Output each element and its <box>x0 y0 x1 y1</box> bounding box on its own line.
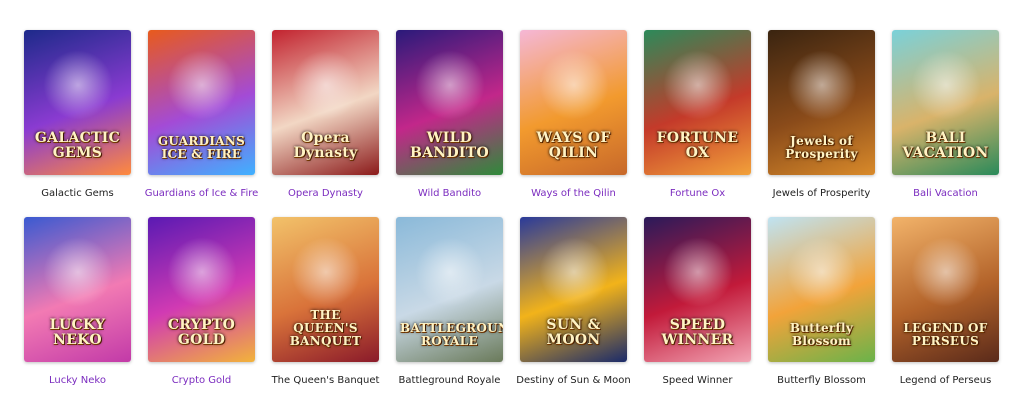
game-logo: FORTUNE OX <box>656 130 739 161</box>
game-title[interactable]: The Queen's Banquet <box>272 374 380 387</box>
game-thumbnail[interactable]: SUN & MOON <box>520 217 627 362</box>
game-title[interactable]: Fortune Ox <box>670 187 725 200</box>
game-logo: THE QUEEN'S BANQUET <box>289 308 362 348</box>
game-thumbnail[interactable]: Opera Dynasty <box>272 30 379 175</box>
artwork-highlight <box>662 50 733 121</box>
game-thumbnail[interactable]: CRYPTO GOLD <box>148 217 255 362</box>
game-title[interactable]: Battleground Royale <box>399 374 501 387</box>
game-logo: BALI VACATION <box>902 130 989 161</box>
game-thumbnail[interactable]: SPEED WINNER <box>644 217 751 362</box>
game-thumbnail[interactable]: BATTLEGROUND ROYALE <box>396 217 503 362</box>
game-title[interactable]: Galactic Gems <box>41 187 114 200</box>
game-logo: GUARDIANS ICE & FIRE <box>157 134 246 161</box>
game-card[interactable]: CRYPTO GOLD Crypto Gold <box>148 217 255 404</box>
game-title[interactable]: Speed Winner <box>663 374 733 387</box>
game-title[interactable]: Lucky Neko <box>49 374 106 387</box>
game-card[interactable]: BALI VACATION Bali Vacation <box>892 30 999 217</box>
game-title[interactable]: Guardians of Ice & Fire <box>145 187 259 200</box>
game-thumbnail[interactable]: FORTUNE OX <box>644 30 751 175</box>
artwork-highlight <box>414 50 485 121</box>
artwork-highlight <box>910 50 981 121</box>
game-card[interactable]: WAYS OF QILIN Ways of the Qilin <box>520 30 627 217</box>
game-logo: WILD BANDITO <box>410 130 489 161</box>
game-logo: LEGEND OF PERSEUS <box>903 321 988 348</box>
game-thumbnail[interactable]: WAYS OF QILIN <box>520 30 627 175</box>
game-thumbnail[interactable]: WILD BANDITO <box>396 30 503 175</box>
game-card[interactable]: SUN & MOON Destiny of Sun & Moon <box>516 217 631 404</box>
game-title[interactable]: Ways of the Qilin <box>531 187 616 200</box>
game-thumbnail[interactable]: Butterfly Blossom <box>768 217 875 362</box>
artwork-highlight <box>538 50 609 121</box>
artwork-highlight <box>42 237 113 308</box>
game-logo: Jewels of Prosperity <box>785 134 858 161</box>
game-title[interactable]: Jewels of Prosperity <box>773 187 871 200</box>
game-thumbnail[interactable]: THE QUEEN'S BANQUET <box>272 217 379 362</box>
artwork-highlight <box>290 50 361 121</box>
artwork-highlight <box>662 237 733 308</box>
game-title[interactable]: Butterfly Blossom <box>777 374 866 387</box>
game-card[interactable]: Opera Dynasty Opera Dynasty <box>272 30 379 217</box>
game-logo: WAYS OF QILIN <box>536 130 611 161</box>
artwork-highlight <box>538 237 609 308</box>
game-card[interactable]: Jewels of Prosperity Jewels of Prosperity <box>768 30 875 217</box>
game-card[interactable]: SPEED WINNER Speed Winner <box>644 217 751 404</box>
game-logo: BATTLEGROUND ROYALE <box>400 321 503 348</box>
game-card[interactable]: LEGEND OF PERSEUS Legend of Perseus <box>892 217 999 404</box>
artwork-highlight <box>414 237 485 308</box>
game-card[interactable]: BATTLEGROUND ROYALE Battleground Royale <box>396 217 503 404</box>
game-card[interactable]: WILD BANDITO Wild Bandito <box>396 30 503 217</box>
game-logo: CRYPTO GOLD <box>167 317 236 348</box>
artwork-highlight <box>166 50 237 121</box>
game-thumbnail[interactable]: GUARDIANS ICE & FIRE <box>148 30 255 175</box>
artwork-highlight <box>786 50 857 121</box>
game-card[interactable]: THE QUEEN'S BANQUET The Queen's Banquet <box>272 217 379 404</box>
game-card[interactable]: FORTUNE OX Fortune Ox <box>644 30 751 217</box>
game-card[interactable]: Butterfly Blossom Butterfly Blossom <box>768 217 875 404</box>
game-title[interactable]: Destiny of Sun & Moon <box>516 374 630 387</box>
game-thumbnail[interactable]: BALI VACATION <box>892 30 999 175</box>
game-card[interactable]: GALACTIC GEMS Galactic Gems <box>24 30 131 217</box>
game-title[interactable]: Opera Dynasty <box>288 187 363 200</box>
game-title[interactable]: Wild Bandito <box>418 187 481 200</box>
artwork-highlight <box>786 237 857 308</box>
game-logo: Opera Dynasty <box>293 130 358 161</box>
game-thumbnail[interactable]: LUCKY NEKO <box>24 217 131 362</box>
game-card[interactable]: LUCKY NEKO Lucky Neko <box>24 217 131 404</box>
game-grid: GALACTIC GEMS Galactic Gems GUARDIANS ICE … <box>24 30 999 404</box>
artwork-highlight <box>166 237 237 308</box>
game-logo: LUCKY NEKO <box>49 317 106 348</box>
game-thumbnail[interactable]: LEGEND OF PERSEUS <box>892 217 999 362</box>
game-thumbnail[interactable]: Jewels of Prosperity <box>768 30 875 175</box>
game-thumbnail[interactable]: GALACTIC GEMS <box>24 30 131 175</box>
game-logo: Butterfly Blossom <box>789 321 854 348</box>
artwork-highlight <box>42 50 113 121</box>
game-title[interactable]: Crypto Gold <box>172 374 232 387</box>
game-logo: SUN & MOON <box>546 317 601 348</box>
game-logo: SPEED WINNER <box>661 317 734 348</box>
artwork-highlight <box>910 237 981 308</box>
game-title[interactable]: Bali Vacation <box>913 187 978 200</box>
game-card[interactable]: GUARDIANS ICE & FIRE Guardians of Ice & F… <box>145 30 258 217</box>
game-title[interactable]: Legend of Perseus <box>900 374 992 387</box>
game-logo: GALACTIC GEMS <box>34 130 121 161</box>
artwork-highlight <box>290 237 361 308</box>
